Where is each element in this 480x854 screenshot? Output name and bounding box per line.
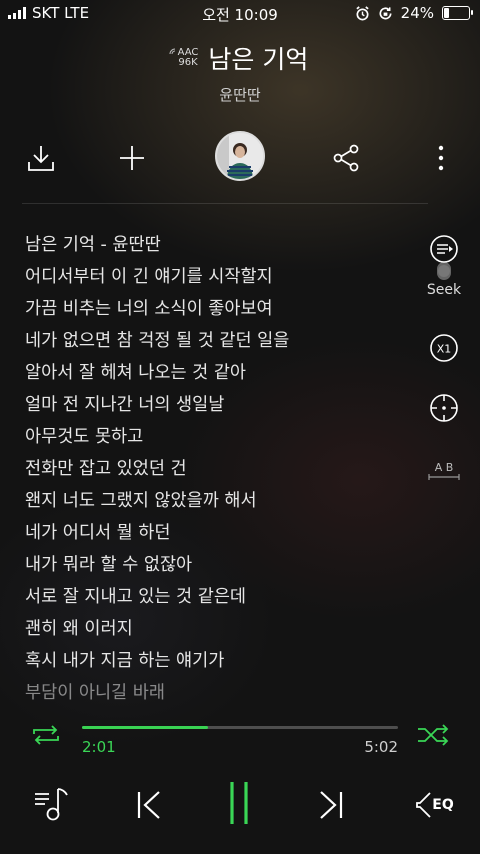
speed-icon: X1	[430, 334, 458, 362]
share-icon	[333, 144, 359, 172]
shuffle-button[interactable]	[416, 723, 450, 751]
lyrics-panel[interactable]: 남은 기억 - 윤딴딴 어디서부터 이 긴 얘기를 시작할지 가끔 비추는 너의…	[25, 229, 405, 709]
lyric-line: 알아서 잘 헤쳐 나오는 것 같아	[25, 363, 247, 383]
share-button[interactable]	[328, 140, 364, 176]
locate-button[interactable]	[424, 392, 464, 424]
lyric-line: 아무것도 못하고	[25, 427, 144, 447]
next-button[interactable]	[309, 783, 353, 827]
lyric-line: 전화만 잡고 있었던 건	[25, 459, 187, 479]
lyric-line: 괜히 왜 이러지	[25, 619, 133, 639]
title-row: AAC 96K 남은 기억	[0, 40, 480, 76]
ab-repeat-icon: A B	[428, 461, 460, 480]
download-button[interactable]	[23, 140, 59, 176]
lyric-line: 혹시 내가 지금 하는 얘기가	[25, 651, 225, 671]
repeat-button[interactable]	[30, 723, 62, 751]
artist-name[interactable]: 윤딴딴	[0, 84, 480, 105]
previous-icon	[137, 791, 160, 819]
lyric-line: 네가 어디서 뭘 하던	[25, 523, 171, 543]
speed-button[interactable]: X1	[424, 333, 464, 363]
lyric-line: 얼마 전 지나간 너의 생일날	[25, 395, 225, 415]
battery-percent: 24%	[400, 4, 434, 22]
previous-button[interactable]	[127, 783, 171, 827]
pause-icon	[230, 782, 248, 824]
add-to-playlist-button[interactable]	[114, 140, 150, 176]
divider	[22, 203, 428, 204]
total-time: 5:02	[364, 738, 398, 756]
add-icon	[120, 146, 144, 170]
lyric-line: 서로 잘 지내고 있는 것 같은데	[25, 587, 247, 607]
shuffle-icon	[418, 724, 449, 746]
playlist-icon	[35, 788, 68, 821]
more-button[interactable]	[423, 140, 459, 176]
crosshair-icon	[430, 394, 458, 422]
equalizer-button[interactable]: EQ	[410, 783, 460, 827]
status-right: 24%	[355, 4, 473, 22]
playlist-button[interactable]	[30, 783, 74, 827]
status-bar: SKT LTE 오전 10:09 24%	[0, 0, 480, 26]
lyric-line: 왠지 너도 그랬지 않았을까 해서	[25, 491, 257, 511]
album-art[interactable]	[215, 131, 265, 181]
codec-line2: 96K	[178, 57, 198, 68]
codec-badge: AAC 96K	[169, 48, 198, 68]
seek-toggle[interactable]: Seek	[424, 234, 464, 298]
seek-label: Seek	[426, 282, 462, 298]
pause-button[interactable]	[217, 781, 261, 825]
lyric-line: 네가 없으면 참 걱정 될 것 같던 일을	[25, 331, 290, 351]
hi-res-icon	[169, 48, 175, 55]
lyric-line: 내가 뭐라 할 수 없잖아	[25, 555, 193, 575]
ab-repeat-button[interactable]: A B	[424, 460, 464, 480]
album-art-image	[217, 133, 263, 179]
lyric-line: 남은 기억 - 윤딴딴	[25, 235, 161, 255]
next-icon	[320, 791, 343, 819]
ab-label: A B	[435, 461, 454, 474]
song-title: 남은 기억	[208, 45, 309, 74]
speed-label: X1	[437, 343, 452, 356]
repeat-icon	[33, 725, 59, 745]
current-time: 2:01	[82, 738, 116, 756]
progress-bar[interactable]	[82, 726, 398, 729]
lyric-line: 부담이 아니길 바래	[25, 683, 165, 703]
seek-icon	[430, 235, 458, 280]
lyric-line: 어디서부터 이 긴 얘기를 시작할지	[25, 267, 273, 287]
progress-fill	[82, 726, 209, 729]
eq-label: EQ	[432, 797, 454, 813]
download-icon	[28, 146, 54, 171]
lyric-line: 가끔 비추는 너의 소식이 좋아보여	[25, 299, 273, 319]
battery-icon	[442, 6, 473, 20]
alarm-icon	[356, 5, 369, 20]
more-icon	[438, 145, 444, 171]
speaker-icon	[416, 792, 431, 818]
rotation-lock-icon	[379, 6, 392, 19]
